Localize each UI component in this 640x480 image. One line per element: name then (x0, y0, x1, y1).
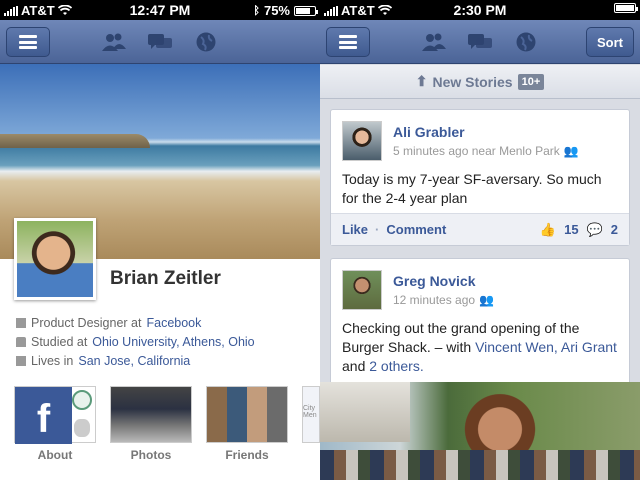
audience-icon: 👥 (479, 293, 495, 307)
author-name-link[interactable]: Ali Grabler (393, 124, 465, 140)
comment-button[interactable]: Comment (386, 222, 446, 237)
battery-percent: 75% (263, 3, 290, 18)
status-bar: AT&T 12:47 PM ᛒ 75% (0, 0, 320, 20)
info-work-label: Product Designer at (31, 316, 142, 330)
story-photo[interactable] (320, 382, 640, 480)
like-button[interactable]: Like (342, 222, 368, 237)
story-text: Today is my 7-year SF-aversary. So much … (342, 171, 602, 206)
messages-icon[interactable] (466, 30, 494, 54)
sort-button[interactable]: Sort (586, 27, 634, 57)
notifications-globe-icon[interactable] (512, 30, 540, 54)
work-link[interactable]: Facebook (146, 316, 201, 330)
facebook-logo-icon: f (15, 387, 72, 444)
battery-icon (294, 5, 318, 16)
top-navbar (0, 20, 320, 64)
profile-tiles: f About Photos Friends City Men (14, 386, 320, 462)
status-bar: AT&T 2:30 PM (320, 0, 640, 20)
photos-tile[interactable]: Photos (110, 386, 192, 462)
audience-icon: 👥 (563, 144, 579, 158)
story-text-conj: and (342, 358, 366, 374)
news-feed-screen: AT&T 2:30 PM Sort ⬆ New Stories 10+ Ali … (320, 0, 640, 480)
info-work: Product Designer at Facebook (16, 316, 201, 330)
author-avatar[interactable] (342, 270, 382, 310)
comment-bubble-icon: 💬 (586, 221, 603, 237)
friends-tile-label: Friends (225, 448, 269, 462)
new-stories-bar[interactable]: ⬆ New Stories 10+ (320, 65, 640, 99)
new-stories-label: New Stories (432, 73, 513, 90)
graduation-icon (16, 337, 26, 347)
author-avatar[interactable] (342, 121, 382, 161)
photos-tile-label: Photos (130, 448, 172, 462)
status-time: 2:30 PM (453, 2, 507, 18)
info-education-label: Studied at (31, 335, 88, 349)
info-residence-label: Lives in (31, 354, 74, 368)
residence-link[interactable]: San Jose, California (78, 354, 190, 368)
up-arrow-icon: ⬆ (415, 73, 428, 89)
education-link[interactable]: Ohio University, Athens, Ohio (92, 335, 254, 349)
profile-name: Brian Zeitler (110, 268, 221, 289)
story-actions: Like · Comment 👍 15 💬 2 (331, 213, 629, 245)
notifications-globe-icon[interactable] (192, 30, 220, 54)
friend-requests-icon[interactable] (100, 30, 128, 54)
about-tile-label: About (37, 448, 73, 462)
story-timestamp: 5 minutes ago near Menlo Park (393, 144, 560, 158)
new-stories-count-badge: 10+ (517, 73, 545, 90)
comment-count[interactable]: 2 (611, 222, 618, 237)
messages-icon[interactable] (146, 30, 174, 54)
story-timestamp: 12 minutes ago (393, 293, 476, 307)
friends-tile[interactable]: Friends (206, 386, 288, 462)
about-tile[interactable]: f About (14, 386, 96, 462)
apple-icon (74, 419, 90, 437)
story-meta: 5 minutes ago near Menlo Park 👥 (393, 144, 579, 158)
author-name-link[interactable]: Greg Novick (393, 273, 475, 289)
bluetooth-icon: ᛒ (253, 4, 260, 17)
story-text: Checking out the grand opening of the Bu… (342, 319, 619, 376)
tagged-others-link[interactable]: 2 others. (369, 358, 423, 374)
feed-story: Ali Grabler 5 minutes ago near Menlo Par… (330, 109, 630, 246)
profile-avatar[interactable] (14, 218, 96, 300)
friend-requests-icon[interactable] (420, 30, 448, 54)
home-icon (16, 356, 26, 366)
top-navbar: Sort (320, 20, 640, 64)
story-meta: 12 minutes ago 👥 (393, 293, 494, 307)
battery-icon (614, 3, 638, 13)
action-separator: · (375, 222, 380, 237)
like-count[interactable]: 15 (564, 222, 578, 237)
info-residence: Lives in San Jose, California (16, 354, 190, 368)
info-education: Studied at Ohio University, Athens, Ohio (16, 335, 255, 349)
map-tile-partial[interactable]: City Men (302, 386, 320, 443)
like-thumb-icon: 👍 (539, 221, 557, 237)
profile-screen: AT&T 12:47 PM ᛒ 75% Brian Zeitler Produc… (0, 0, 320, 480)
tagged-friends-link[interactable]: Vincent Wen, Ari Grant (475, 339, 617, 355)
briefcase-icon (16, 318, 26, 328)
university-seal-icon (72, 390, 92, 410)
